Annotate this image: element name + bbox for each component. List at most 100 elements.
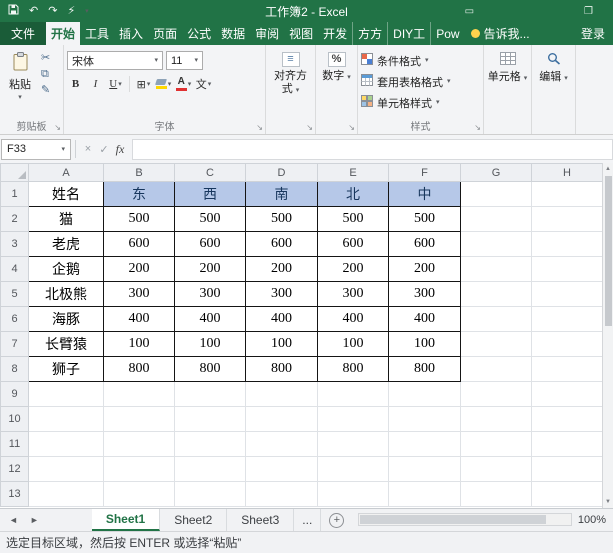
save-icon[interactable] bbox=[8, 4, 19, 18]
flash-fill-icon[interactable]: ⚡ bbox=[67, 6, 75, 17]
editing-collapsed-button[interactable]: 编辑 ▾ bbox=[535, 49, 572, 84]
borders-button[interactable]: ⊞▾ bbox=[135, 75, 152, 93]
cell-A5[interactable]: 北极熊 bbox=[29, 282, 104, 307]
chevron-down-icon[interactable]: ▾ bbox=[188, 81, 192, 88]
cell-A2[interactable]: 猫 bbox=[29, 207, 104, 232]
cell[interactable] bbox=[461, 257, 532, 282]
cell-B2[interactable]: 500 bbox=[104, 207, 175, 232]
tab-insert[interactable]: 插入 bbox=[114, 22, 148, 45]
row-header-6[interactable]: 6 bbox=[1, 307, 29, 332]
column-header-H[interactable]: H bbox=[532, 164, 603, 182]
format-as-table-button[interactable]: 套用表格格式 ▾ bbox=[361, 72, 451, 91]
chevron-down-icon[interactable]: ▾ bbox=[118, 81, 122, 88]
styles-dialog-launcher-icon[interactable]: ↘ bbox=[474, 124, 481, 132]
cell-E7[interactable]: 100 bbox=[318, 332, 389, 357]
tab-data[interactable]: 数据 bbox=[216, 22, 250, 45]
alignment-collapsed-button[interactable]: ≡ 对齐方式 ▾ bbox=[269, 49, 312, 96]
vertical-scrollbar[interactable]: ▲ ▼ bbox=[602, 163, 613, 508]
customize-qat-icon[interactable]: ▾ bbox=[85, 8, 89, 15]
cell-D6[interactable]: 400 bbox=[246, 307, 318, 332]
cell-styles-button[interactable]: 单元格样式 ▾ bbox=[361, 93, 451, 112]
cell[interactable] bbox=[389, 457, 461, 482]
scroll-down-icon[interactable]: ▼ bbox=[605, 496, 611, 508]
cell[interactable] bbox=[246, 457, 318, 482]
cell[interactable] bbox=[532, 357, 603, 382]
redo-icon[interactable]: ↷ bbox=[48, 6, 57, 17]
cell-C7[interactable]: 100 bbox=[175, 332, 246, 357]
column-header-C[interactable]: C bbox=[175, 164, 246, 182]
cell[interactable] bbox=[104, 407, 175, 432]
cell[interactable] bbox=[532, 182, 603, 207]
cell[interactable] bbox=[318, 482, 389, 507]
cell-B5[interactable]: 300 bbox=[104, 282, 175, 307]
cell[interactable] bbox=[461, 382, 532, 407]
cell[interactable] bbox=[175, 482, 246, 507]
cell[interactable] bbox=[461, 307, 532, 332]
row-header-3[interactable]: 3 bbox=[1, 232, 29, 257]
cell[interactable] bbox=[175, 382, 246, 407]
cell-A6[interactable]: 海豚 bbox=[29, 307, 104, 332]
cell[interactable] bbox=[532, 332, 603, 357]
cell[interactable] bbox=[461, 457, 532, 482]
tab-developer[interactable]: 开发 bbox=[318, 22, 352, 45]
cell[interactable] bbox=[104, 382, 175, 407]
ribbon-display-options-icon[interactable]: ▭ bbox=[465, 6, 474, 17]
cell-D4[interactable]: 200 bbox=[246, 257, 318, 282]
enter-button[interactable]: ✓ bbox=[96, 143, 112, 156]
paste-button[interactable]: 粘贴 ▾ bbox=[3, 49, 37, 101]
italic-button[interactable]: I bbox=[87, 75, 104, 93]
cell-D1[interactable]: 南 bbox=[246, 182, 318, 207]
insert-function-button[interactable]: fx bbox=[112, 142, 128, 157]
chevron-down-icon[interactable]: ▾ bbox=[147, 81, 151, 88]
cell[interactable] bbox=[532, 382, 603, 407]
row-header-13[interactable]: 13 bbox=[1, 482, 29, 507]
tab-formulas[interactable]: 公式 bbox=[182, 22, 216, 45]
font-dialog-launcher-icon[interactable]: ↘ bbox=[256, 124, 263, 132]
cell[interactable] bbox=[461, 182, 532, 207]
number-collapsed-button[interactable]: % 数字 ▾ bbox=[319, 49, 354, 83]
chevron-down-icon[interactable]: ▾ bbox=[61, 146, 65, 153]
tab-tools[interactable]: 工具 bbox=[80, 22, 114, 45]
cell[interactable] bbox=[389, 382, 461, 407]
tab-file[interactable]: 文件 bbox=[0, 22, 46, 45]
cell[interactable] bbox=[29, 407, 104, 432]
clipboard-dialog-launcher-icon[interactable]: ↘ bbox=[54, 124, 61, 132]
cell-E5[interactable]: 300 bbox=[318, 282, 389, 307]
column-header-B[interactable]: B bbox=[104, 164, 175, 182]
scroll-up-icon[interactable]: ▲ bbox=[605, 163, 611, 175]
tell-me-box[interactable]: 告诉我... bbox=[471, 22, 530, 45]
sheet-tabs-overflow[interactable]: ... bbox=[294, 509, 321, 531]
cell-C2[interactable]: 500 bbox=[175, 207, 246, 232]
chevron-down-icon[interactable]: ▾ bbox=[208, 81, 212, 88]
cell[interactable] bbox=[461, 407, 532, 432]
cell[interactable] bbox=[29, 432, 104, 457]
cell[interactable] bbox=[532, 307, 603, 332]
cell-A4[interactable]: 企鹅 bbox=[29, 257, 104, 282]
cell-E3[interactable]: 600 bbox=[318, 232, 389, 257]
tab-view[interactable]: 视图 bbox=[284, 22, 318, 45]
cell[interactable] bbox=[532, 282, 603, 307]
cell-F6[interactable]: 400 bbox=[389, 307, 461, 332]
cell[interactable] bbox=[461, 332, 532, 357]
cell-C4[interactable]: 200 bbox=[175, 257, 246, 282]
sheet-tab-sheet1[interactable]: Sheet1 bbox=[92, 509, 160, 531]
cell[interactable] bbox=[246, 432, 318, 457]
cell[interactable] bbox=[461, 207, 532, 232]
font-color-button[interactable]: A▾ bbox=[175, 75, 192, 93]
font-name-select[interactable]: 宋体 ▾ bbox=[67, 51, 163, 70]
cell[interactable] bbox=[532, 232, 603, 257]
cell[interactable] bbox=[104, 482, 175, 507]
cell-C1[interactable]: 西 bbox=[175, 182, 246, 207]
sign-in-button[interactable]: 登录 bbox=[581, 22, 613, 45]
cell[interactable] bbox=[461, 432, 532, 457]
zoom-level[interactable]: 100% bbox=[578, 509, 613, 531]
underline-button[interactable]: U▾ bbox=[107, 75, 124, 93]
cell[interactable] bbox=[461, 232, 532, 257]
scrollbar-thumb[interactable] bbox=[605, 176, 612, 326]
cell[interactable] bbox=[246, 382, 318, 407]
new-sheet-button[interactable]: + bbox=[329, 513, 344, 528]
cell[interactable] bbox=[461, 482, 532, 507]
cells-collapsed-button[interactable]: 单元格 ▾ bbox=[487, 49, 528, 84]
copy-icon[interactable]: ⧉ bbox=[41, 69, 50, 80]
cell-D3[interactable]: 600 bbox=[246, 232, 318, 257]
